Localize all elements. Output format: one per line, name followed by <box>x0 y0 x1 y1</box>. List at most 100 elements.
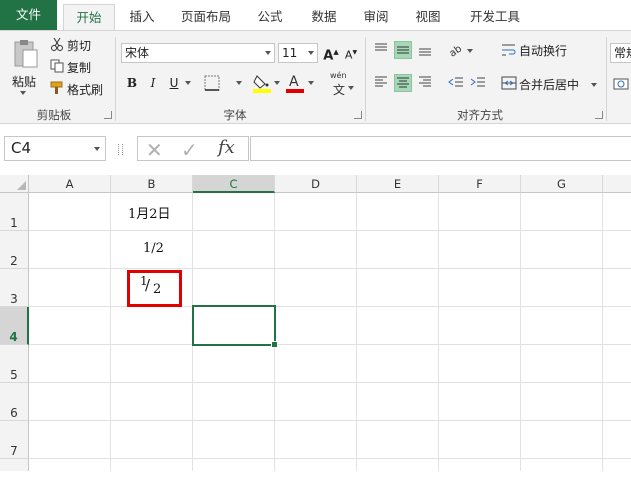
row-header-7[interactable]: 7 <box>0 421 29 459</box>
phonetic-dropdown-icon[interactable] <box>348 86 354 90</box>
borders-icon[interactable] <box>203 74 221 95</box>
formula-buttons: ✕ ✓ fx <box>137 136 249 162</box>
cell-b1[interactable]: 1月2日 <box>128 203 171 222</box>
group-separator <box>606 37 607 121</box>
paste-dropdown-icon[interactable] <box>20 91 26 95</box>
align-center-icon[interactable] <box>394 74 412 92</box>
gridline <box>29 230 631 231</box>
svg-text:A: A <box>289 74 299 90</box>
resize-handle[interactable] <box>118 144 123 155</box>
font-name-select[interactable]: 宋体 <box>121 43 275 63</box>
gridline <box>29 458 631 459</box>
tab-insert[interactable]: 插入 <box>118 4 166 30</box>
align-left-icon[interactable] <box>372 74 390 92</box>
currency-icon[interactable] <box>612 75 630 96</box>
gridline <box>602 193 603 471</box>
format-painter-icon <box>50 81 64 98</box>
fill-handle[interactable] <box>271 341 278 348</box>
svg-text:ab: ab <box>448 43 465 57</box>
worksheet-grid[interactable]: A B C D E F G 1 2 3 4 5 6 7 1月2日 1/2 1 /… <box>0 175 631 471</box>
underline-button[interactable]: U <box>165 74 183 92</box>
paste-button[interactable]: 粘贴 <box>12 73 36 90</box>
align-middle-icon[interactable] <box>394 41 412 59</box>
paste-icon[interactable] <box>11 39 39 69</box>
align-top-icon[interactable] <box>372 41 390 59</box>
tab-file[interactable]: 文件 <box>0 0 57 30</box>
shrink-font-button[interactable]: A▼ <box>342 44 360 62</box>
alignment-launcher-icon[interactable] <box>595 111 603 119</box>
clipboard-group-label: 剪贴板 <box>36 108 72 122</box>
gridline <box>29 382 631 383</box>
alignment-group-label: 对齐方式 <box>457 108 503 122</box>
orientation-icon[interactable]: ab <box>447 41 465 59</box>
orientation-dropdown-icon[interactable] <box>467 49 473 53</box>
tab-developer[interactable]: 开发工具 <box>462 4 528 30</box>
italic-button[interactable]: I <box>144 74 162 92</box>
cell-b2[interactable]: 1/2 <box>143 241 164 256</box>
tab-page-layout[interactable]: 页面布局 <box>174 4 238 30</box>
merge-center-button[interactable]: 合并后居中 <box>519 76 579 93</box>
copy-button[interactable]: 复制 <box>67 59 91 76</box>
format-painter-button[interactable]: 格式刷 <box>67 81 103 98</box>
merge-dropdown-icon[interactable] <box>591 83 597 87</box>
row-header-2[interactable]: 2 <box>0 231 29 269</box>
merge-center-icon <box>501 75 517 94</box>
select-all-corner[interactable] <box>0 175 29 193</box>
tab-home[interactable]: 开始 <box>63 4 115 32</box>
align-bottom-icon[interactable] <box>416 41 434 59</box>
grow-font-button[interactable]: A▲ <box>322 43 340 63</box>
enter-icon[interactable]: ✓ <box>181 138 198 162</box>
active-cell-c4[interactable] <box>192 305 278 348</box>
borders-dropdown-icon[interactable] <box>236 81 242 85</box>
column-header-f[interactable]: F <box>439 175 521 193</box>
number-format-select[interactable]: 常规 <box>610 43 631 63</box>
row-header-1[interactable]: 1 <box>0 193 29 231</box>
font-color-dropdown-icon[interactable] <box>308 81 314 85</box>
column-header-a[interactable]: A <box>29 175 111 193</box>
highlight-annotation-box <box>127 270 182 307</box>
fill-color-icon[interactable] <box>252 73 272 96</box>
formula-input[interactable] <box>250 136 631 161</box>
column-header-g[interactable]: G <box>521 175 603 193</box>
font-launcher-icon[interactable] <box>354 111 362 119</box>
tab-data[interactable]: 数据 <box>302 4 346 30</box>
phonetic-guide-button[interactable]: 文 <box>333 81 345 98</box>
bold-button[interactable]: B <box>123 74 141 92</box>
column-header-c[interactable]: C <box>193 175 275 193</box>
column-header-d[interactable]: D <box>275 175 357 193</box>
fill-color-dropdown-icon[interactable] <box>274 81 280 85</box>
row-header-4[interactable]: 4 <box>0 307 29 345</box>
group-separator <box>115 37 116 121</box>
row-header-3[interactable]: 3 <box>0 269 29 307</box>
column-header-h[interactable] <box>603 175 631 193</box>
increase-indent-icon[interactable] <box>469 74 487 92</box>
row-header-8[interactable] <box>0 459 29 471</box>
font-size-select[interactable]: 11 <box>278 43 318 63</box>
tab-formulas[interactable]: 公式 <box>248 4 292 30</box>
font-color-icon[interactable]: A <box>285 73 305 93</box>
insert-function-icon[interactable]: fx <box>218 137 235 158</box>
column-header-e[interactable]: E <box>357 175 439 193</box>
gridline <box>110 193 111 471</box>
row-header-6[interactable]: 6 <box>0 383 29 421</box>
wrap-text-button[interactable]: 自动换行 <box>519 42 567 59</box>
tab-review[interactable]: 审阅 <box>354 4 398 30</box>
decrease-indent-icon[interactable] <box>447 74 465 92</box>
name-box[interactable]: C4 <box>4 136 106 161</box>
cancel-icon[interactable]: ✕ <box>146 138 163 162</box>
tab-view[interactable]: 视图 <box>406 4 450 30</box>
scissors-icon <box>50 37 64 54</box>
name-box-dropdown-icon[interactable] <box>94 147 100 151</box>
ribbon: 粘贴 剪切 复制 格式刷 剪贴板 宋体 11 A▲ A▼ B I U A wén… <box>0 30 631 124</box>
gridline <box>29 344 631 345</box>
cut-button[interactable]: 剪切 <box>67 37 91 54</box>
gridline <box>356 193 357 471</box>
phonetic-guide-top: wén <box>330 71 347 80</box>
underline-dropdown-icon[interactable] <box>185 81 191 85</box>
column-header-b[interactable]: B <box>111 175 193 193</box>
gridline <box>438 193 439 471</box>
clipboard-launcher-icon[interactable] <box>104 111 112 119</box>
copy-icon <box>50 59 64 76</box>
align-right-icon[interactable] <box>416 74 434 92</box>
row-header-5[interactable]: 5 <box>0 345 29 383</box>
